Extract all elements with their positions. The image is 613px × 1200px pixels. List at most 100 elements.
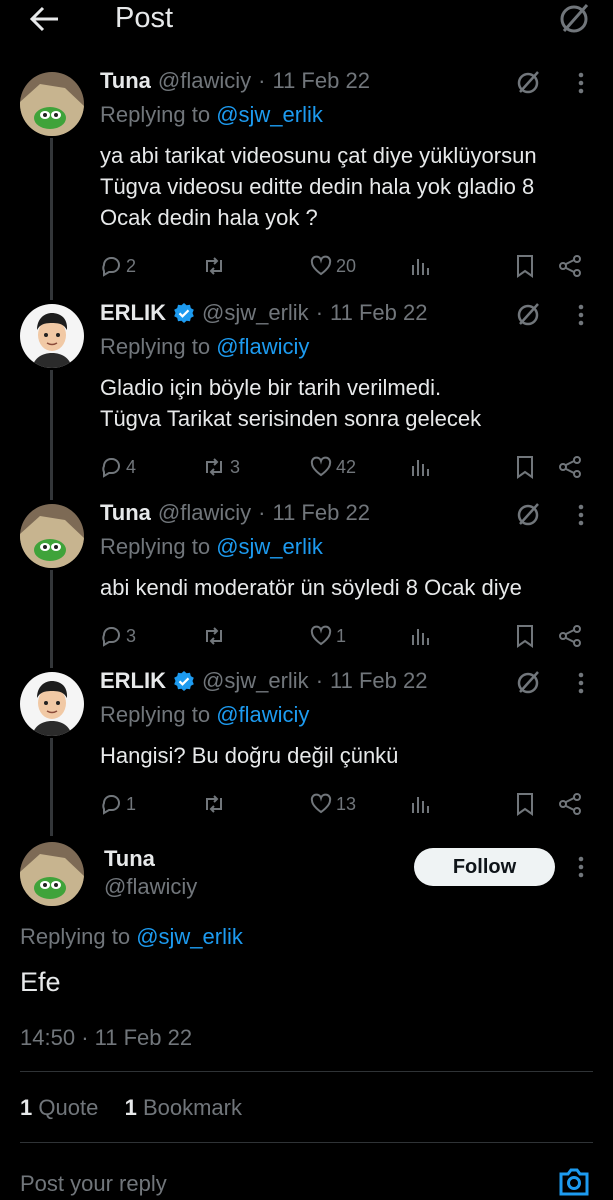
repost-icon (202, 255, 226, 277)
quote-label: Quote (38, 1095, 99, 1120)
reply-count: 2 (126, 255, 137, 276)
share-action[interactable] (558, 624, 582, 648)
like-action[interactable]: 1 (310, 625, 346, 647)
like-action[interactable]: 20 (310, 255, 356, 277)
author-handle[interactable]: @flawiciy (158, 68, 251, 94)
slash-circle-icon[interactable] (556, 0, 592, 36)
tweet-text-line: Tügva videosu editte dedin hala yok glad… (100, 174, 535, 199)
reply-action[interactable]: 4 (100, 456, 136, 478)
tweet-text-line: Gladio için böyle bir tarih verilmedi. (100, 375, 442, 400)
reply-action[interactable]: 2 (100, 255, 136, 277)
more-icon[interactable] (578, 856, 584, 878)
reply-icon (100, 255, 122, 277)
reply-tweet[interactable]: ERLIK @sjw_erlik · 11 Feb 22 Replying to… (0, 668, 613, 836)
divider (20, 1071, 593, 1072)
like-count: 13 (336, 793, 357, 814)
views-action[interactable] (410, 255, 430, 277)
replying-to: Replying to @flawiciy (100, 334, 309, 360)
replying-to-link[interactable]: @sjw_erlik (216, 102, 323, 127)
tweet-date: 11 Feb 22 (330, 668, 428, 693)
tweet-text-line: Hangisi? Bu doğru değil çünkü (100, 743, 399, 768)
author-handle[interactable]: @flawiciy (158, 500, 251, 526)
reply-tweet[interactable]: Tuna @flawiciy · 11 Feb 22 Replying to @… (0, 500, 613, 668)
views-action[interactable] (410, 456, 430, 478)
more-icon[interactable] (578, 304, 584, 326)
divider (20, 1142, 593, 1143)
share-action[interactable] (558, 254, 582, 278)
avatar[interactable] (20, 842, 84, 906)
slash-circle-icon[interactable] (514, 500, 542, 528)
slash-circle-icon[interactable] (514, 68, 542, 96)
author-name[interactable]: ERLIK (100, 668, 166, 694)
avatar[interactable] (20, 672, 84, 736)
post-timestamp: 14:50 · 11 Feb 22 (20, 1025, 192, 1051)
separator: · (81, 1025, 89, 1050)
avatar[interactable] (20, 504, 84, 568)
share-action[interactable] (558, 792, 582, 816)
more-icon[interactable] (578, 72, 584, 94)
more-icon[interactable] (578, 672, 584, 694)
repost-count: 3 (230, 456, 241, 477)
views-action[interactable] (410, 793, 430, 815)
replying-to: Replying to @sjw_erlik (100, 102, 323, 128)
replying-to-link[interactable]: @sjw_erlik (216, 534, 323, 559)
avatar[interactable] (20, 72, 84, 136)
author-name[interactable]: Tuna (104, 846, 155, 872)
more-icon[interactable] (578, 504, 584, 526)
post-text: Efe (20, 967, 61, 997)
repost-icon (202, 625, 226, 647)
back-arrow-icon[interactable] (28, 4, 60, 34)
camera-icon[interactable] (558, 1166, 590, 1196)
reply-action[interactable]: 3 (100, 625, 136, 647)
repost-action[interactable] (202, 793, 230, 815)
quote-count: 1 (20, 1095, 33, 1120)
bookmark-stat[interactable]: 1 Bookmark (125, 1095, 242, 1120)
reply-input[interactable]: Post your reply (20, 1171, 167, 1197)
like-action[interactable]: 13 (310, 793, 356, 815)
repost-icon (202, 456, 226, 478)
reply-count: 3 (126, 625, 137, 646)
author-handle[interactable]: @sjw_erlik (202, 300, 309, 326)
reply-icon (100, 793, 122, 815)
author-handle[interactable]: @sjw_erlik (202, 668, 309, 694)
repost-action[interactable] (202, 255, 230, 277)
author-handle[interactable]: @flawiciy (104, 874, 197, 900)
repost-action[interactable]: 3 (202, 456, 240, 478)
page-title: Post (115, 2, 174, 34)
views-action[interactable] (410, 625, 430, 647)
avatar[interactable] (20, 304, 84, 368)
tweet-text: abi kendi moderatör ün söyledi 8 Ocak di… (100, 572, 600, 603)
repost-action[interactable] (202, 625, 230, 647)
tweet-date: 11 Feb 22 (272, 500, 370, 525)
bar-chart-icon (410, 456, 430, 478)
replying-to-link[interactable]: @sjw_erlik (136, 924, 243, 949)
slash-circle-icon[interactable] (514, 300, 542, 328)
separator: · (258, 68, 266, 93)
repost-icon (202, 793, 226, 815)
like-action[interactable]: 42 (310, 456, 356, 478)
replying-prefix: Replying to (100, 102, 211, 127)
bookmark-action[interactable] (515, 792, 535, 816)
reply-tweet[interactable]: Tuna @flawiciy · 11 Feb 22 Replying to @… (0, 68, 613, 298)
author-name[interactable]: Tuna (100, 68, 151, 94)
separator: · (315, 300, 324, 325)
bookmark-action[interactable] (515, 254, 535, 278)
replying-to-link[interactable]: @flawiciy (216, 334, 309, 359)
follow-button[interactable]: Follow (414, 848, 555, 886)
replying-to-link[interactable]: @flawiciy (216, 702, 309, 727)
tweet-header: Tuna @flawiciy · 11 Feb 22 (100, 68, 370, 94)
reply-tweet[interactable]: ERLIK @sjw_erlik · 11 Feb 22 Replying to… (0, 300, 613, 500)
heart-icon (310, 793, 332, 815)
tweet-header: Tuna @flawiciy · 11 Feb 22 (100, 500, 370, 526)
share-action[interactable] (558, 455, 582, 479)
slash-circle-icon[interactable] (514, 668, 542, 696)
reply-action[interactable]: 1 (100, 793, 136, 815)
tweet-header: ERLIK @sjw_erlik · 11 Feb 22 (100, 300, 427, 326)
tweet-text-line: abi kendi moderatör ün söyledi 8 Ocak di… (100, 575, 522, 600)
author-name[interactable]: Tuna (100, 500, 151, 526)
bookmark-action[interactable] (515, 624, 535, 648)
heart-icon (310, 255, 332, 277)
quote-stat[interactable]: 1 Quote (20, 1095, 98, 1120)
bookmark-action[interactable] (515, 455, 535, 479)
author-name[interactable]: ERLIK (100, 300, 166, 326)
